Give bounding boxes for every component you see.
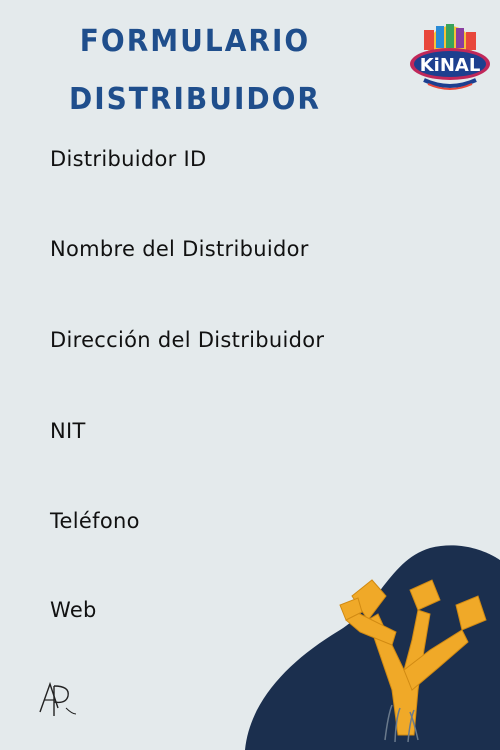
field-label-web: Web bbox=[50, 598, 97, 622]
field-label-nombre: Nombre del Distribuidor bbox=[50, 237, 309, 261]
field-label-distribuidor-id: Distribuidor ID bbox=[50, 147, 207, 171]
form-title-line2: DISTRIBUIDOR bbox=[68, 80, 321, 117]
logo-text: KiNAL bbox=[420, 55, 481, 76]
field-label-direccion: Dirección del Distribuidor bbox=[50, 328, 325, 352]
form-title-line1: FORMULARIO bbox=[79, 22, 311, 59]
field-label-telefono: Teléfono bbox=[50, 509, 140, 533]
kinal-logo-icon: KiNAL bbox=[410, 24, 490, 90]
ap-monogram-icon bbox=[39, 681, 77, 716]
field-label-nit: NIT bbox=[50, 419, 86, 443]
